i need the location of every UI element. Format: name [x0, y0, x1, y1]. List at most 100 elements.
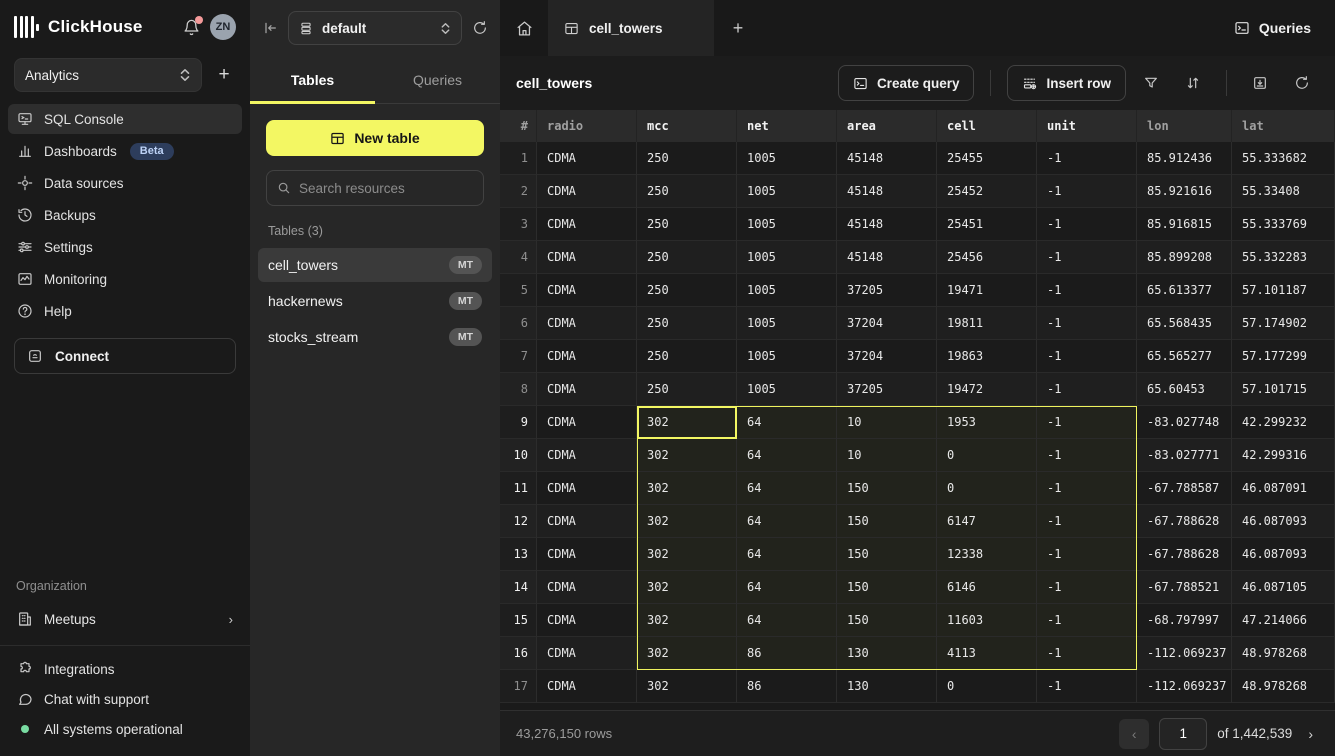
cell-radio[interactable]: CDMA [537, 604, 637, 637]
sidebar-item-integrations[interactable]: Integrations [8, 654, 242, 684]
column-header-cell[interactable]: cell [937, 110, 1037, 142]
cell-net[interactable]: 86 [737, 637, 837, 670]
cell-radio[interactable]: CDMA [537, 241, 637, 274]
cell-lat[interactable]: 48.978268 [1232, 670, 1335, 703]
cell-mcc[interactable]: 250 [637, 340, 737, 373]
cell-net[interactable]: 1005 [737, 241, 837, 274]
cell-unit[interactable]: -1 [1037, 538, 1137, 571]
cell-radio[interactable]: CDMA [537, 538, 637, 571]
table-row[interactable]: 9CDMA30264101953-1-83.02774842.299232 [500, 406, 1335, 439]
table-row[interactable]: 16CDMA302861304113-1-112.06923748.978268 [500, 637, 1335, 670]
cell-radio[interactable]: CDMA [537, 406, 637, 439]
sidebar-item-settings[interactable]: Settings [8, 232, 242, 262]
cell-radio[interactable]: CDMA [537, 439, 637, 472]
cell-area[interactable]: 37205 [837, 274, 937, 307]
table-row[interactable]: 10CDMA30264100-1-83.02777142.299316 [500, 439, 1335, 472]
cell-area[interactable]: 150 [837, 571, 937, 604]
cell-mcc[interactable]: 302 [637, 604, 737, 637]
table-row[interactable]: 11CDMA302641500-1-67.78858746.087091 [500, 472, 1335, 505]
cell-mcc[interactable]: 302 [637, 538, 737, 571]
cell-cell[interactable]: 19472 [937, 373, 1037, 406]
cell-mcc[interactable]: 250 [637, 175, 737, 208]
refresh-panel-icon[interactable] [472, 20, 488, 36]
row-number[interactable]: 9 [500, 406, 537, 439]
sidebar-item-meetups[interactable]: Meetups › [8, 603, 242, 635]
table-row[interactable]: 13CDMA3026415012338-1-67.78862846.087093 [500, 538, 1335, 571]
cell-lat[interactable]: 57.177299 [1232, 340, 1335, 373]
cell-lon[interactable]: -112.069237 [1137, 637, 1232, 670]
cell-lat[interactable]: 57.101187 [1232, 274, 1335, 307]
cell-cell[interactable]: 11603 [937, 604, 1037, 637]
cell-lat[interactable]: 48.978268 [1232, 637, 1335, 670]
tab-cell-towers[interactable]: cell_towers [548, 0, 714, 56]
cell-unit[interactable]: -1 [1037, 340, 1137, 373]
row-number[interactable]: 15 [500, 604, 537, 637]
cell-lat[interactable]: 46.087093 [1232, 505, 1335, 538]
table-row[interactable]: 3CDMA25010054514825451-185.91681555.3337… [500, 208, 1335, 241]
cell-radio[interactable]: CDMA [537, 670, 637, 703]
cell-cell[interactable]: 19811 [937, 307, 1037, 340]
cell-unit[interactable]: -1 [1037, 307, 1137, 340]
filter-icon[interactable] [1134, 66, 1168, 100]
cell-lat[interactable]: 55.332283 [1232, 241, 1335, 274]
cell-radio[interactable]: CDMA [537, 505, 637, 538]
new-table-button[interactable]: New table [266, 120, 484, 156]
user-avatar[interactable]: ZN [210, 14, 236, 40]
cell-mcc[interactable]: 250 [637, 274, 737, 307]
cell-mcc[interactable]: 250 [637, 208, 737, 241]
cell-cell[interactable]: 19863 [937, 340, 1037, 373]
column-header-lon[interactable]: lon [1137, 110, 1232, 142]
row-number[interactable]: 2 [500, 175, 537, 208]
cell-area[interactable]: 37204 [837, 340, 937, 373]
cell-lat[interactable]: 55.33408 [1232, 175, 1335, 208]
row-number[interactable]: 1 [500, 142, 537, 175]
cell-lon[interactable]: -68.797997 [1137, 604, 1232, 637]
cell-area[interactable]: 45148 [837, 142, 937, 175]
cell-unit[interactable]: -1 [1037, 142, 1137, 175]
sidebar-item-data-sources[interactable]: Data sources [8, 168, 242, 198]
cell-area[interactable]: 37205 [837, 373, 937, 406]
cell-lat[interactable]: 42.299316 [1232, 439, 1335, 472]
cell-cell[interactable]: 4113 [937, 637, 1037, 670]
clickhouse-logo[interactable]: ClickHouse [14, 16, 143, 38]
sidebar-item-dashboards[interactable]: Dashboards Beta [8, 136, 242, 166]
row-number[interactable]: 5 [500, 274, 537, 307]
cell-net[interactable]: 1005 [737, 307, 837, 340]
cell-mcc[interactable]: 302 [637, 406, 737, 439]
cell-area[interactable]: 45148 [837, 241, 937, 274]
cell-radio[interactable]: CDMA [537, 637, 637, 670]
cell-mcc[interactable]: 250 [637, 373, 737, 406]
create-query-button[interactable]: Create query [838, 65, 975, 101]
row-number[interactable]: 8 [500, 373, 537, 406]
cell-unit[interactable]: -1 [1037, 241, 1137, 274]
table-list-item-cell_towers[interactable]: cell_towersMT [258, 248, 492, 282]
cell-cell[interactable]: 0 [937, 670, 1037, 703]
home-icon[interactable] [500, 0, 548, 56]
sidebar-item-chat-support[interactable]: Chat with support [8, 684, 242, 714]
table-row[interactable]: 12CDMA302641506147-1-67.78862846.087093 [500, 505, 1335, 538]
cell-net[interactable]: 1005 [737, 373, 837, 406]
collapse-panel-icon[interactable] [262, 20, 278, 36]
table-row[interactable]: 7CDMA25010053720419863-165.56527757.1772… [500, 340, 1335, 373]
cell-mcc[interactable]: 302 [637, 472, 737, 505]
cell-lon[interactable]: 85.912436 [1137, 142, 1232, 175]
prev-page-button[interactable]: ‹ [1119, 719, 1149, 749]
cell-radio[interactable]: CDMA [537, 340, 637, 373]
cell-lat[interactable]: 46.087093 [1232, 538, 1335, 571]
cell-area[interactable]: 10 [837, 439, 937, 472]
cell-area[interactable]: 37204 [837, 307, 937, 340]
cell-lat[interactable]: 57.174902 [1232, 307, 1335, 340]
cell-area[interactable]: 150 [837, 505, 937, 538]
table-row[interactable]: 8CDMA25010053720519472-165.6045357.10171… [500, 373, 1335, 406]
download-icon[interactable] [1243, 66, 1277, 100]
cell-mcc[interactable]: 302 [637, 505, 737, 538]
cell-cell[interactable]: 25456 [937, 241, 1037, 274]
cell-area[interactable]: 45148 [837, 175, 937, 208]
cell-mcc[interactable]: 302 [637, 670, 737, 703]
cell-unit[interactable]: -1 [1037, 274, 1137, 307]
cell-area[interactable]: 10 [837, 406, 937, 439]
cell-lat[interactable]: 46.087091 [1232, 472, 1335, 505]
cell-net[interactable]: 64 [737, 571, 837, 604]
cell-net[interactable]: 64 [737, 439, 837, 472]
cell-radio[interactable]: CDMA [537, 571, 637, 604]
